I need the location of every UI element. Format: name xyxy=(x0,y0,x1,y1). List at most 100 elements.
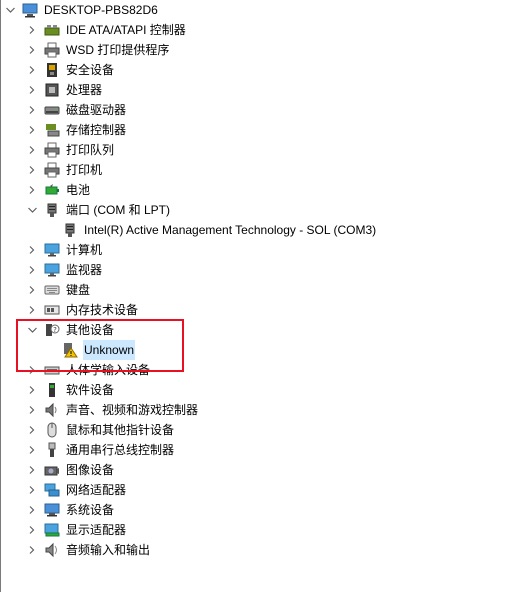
tree-item-label: Intel(R) Active Management Technology - … xyxy=(84,223,377,237)
tree-item-label: 内存技术设备 xyxy=(66,303,139,317)
audio-io-icon xyxy=(44,542,60,558)
tree-device-item[interactable]: Unknown xyxy=(62,340,136,360)
port-icon xyxy=(62,222,78,238)
tree-item-label: 电池 xyxy=(66,183,91,197)
chevron-right-icon[interactable] xyxy=(26,40,38,60)
tree-category-item[interactable]: 图像设备 xyxy=(26,460,115,480)
chevron-right-icon[interactable] xyxy=(26,280,38,300)
security-device-icon xyxy=(44,62,60,78)
tree-category-item[interactable]: 打印机 xyxy=(26,160,103,180)
printer-icon xyxy=(44,42,60,58)
tree-item-label: 打印队列 xyxy=(66,143,115,157)
computer-icon xyxy=(22,2,38,18)
tree-category-item[interactable]: 计算机 xyxy=(26,240,103,260)
software-device-icon xyxy=(44,382,60,398)
tree-root-item[interactable]: DESKTOP-PBS82D6 xyxy=(4,0,159,20)
chevron-right-icon[interactable] xyxy=(26,440,38,460)
tree-category-item[interactable]: 音频输入和输出 xyxy=(26,540,151,560)
tree-category-item[interactable]: 软件设备 xyxy=(26,380,115,400)
tree-item-label: 网络适配器 xyxy=(66,483,127,497)
tree-item-label: 声音、视频和游戏控制器 xyxy=(66,403,199,417)
tree-category-item[interactable]: 存储控制器 xyxy=(26,120,127,140)
chevron-right-icon[interactable] xyxy=(26,140,38,160)
tree-item-label: 音频输入和输出 xyxy=(66,543,151,557)
tree-category-item[interactable]: IDE ATA/ATAPI 控制器 xyxy=(26,20,187,40)
usb-icon xyxy=(44,442,60,458)
tree-category-item[interactable]: 内存技术设备 xyxy=(26,300,139,320)
chevron-right-icon[interactable] xyxy=(26,520,38,540)
tree-item-label: 处理器 xyxy=(66,83,103,97)
chevron-right-icon[interactable] xyxy=(26,500,38,520)
tree-category-item[interactable]: 安全设备 xyxy=(26,60,115,80)
chevron-down-icon[interactable] xyxy=(4,0,16,20)
window-left-border xyxy=(0,0,1,592)
tree-category-item[interactable]: 磁盘驱动器 xyxy=(26,100,127,120)
tree-category-item[interactable]: 监视器 xyxy=(26,260,103,280)
hid-icon xyxy=(44,362,60,378)
tree-category-item[interactable]: 打印队列 xyxy=(26,140,115,160)
chevron-down-icon[interactable] xyxy=(26,320,38,340)
system-device-icon xyxy=(44,502,60,518)
camera-icon xyxy=(44,462,60,478)
tree-item-label: 软件设备 xyxy=(66,383,115,397)
tree-item-label: 打印机 xyxy=(66,163,103,177)
chevron-right-icon[interactable] xyxy=(26,80,38,100)
tree-category-item[interactable]: 鼠标和其他指针设备 xyxy=(26,420,175,440)
sound-icon xyxy=(44,402,60,418)
tree-category-item[interactable]: 处理器 xyxy=(26,80,103,100)
chevron-right-icon[interactable] xyxy=(26,540,38,560)
monitor-icon xyxy=(44,262,60,278)
warning-device-icon xyxy=(62,342,78,358)
chevron-right-icon[interactable] xyxy=(26,400,38,420)
chevron-right-icon[interactable] xyxy=(26,240,38,260)
chevron-right-icon[interactable] xyxy=(26,420,38,440)
chevron-right-icon[interactable] xyxy=(26,260,38,280)
chevron-right-icon[interactable] xyxy=(26,360,38,380)
tree-category-item[interactable]: 网络适配器 xyxy=(26,480,127,500)
tree-item-label: 计算机 xyxy=(66,243,103,257)
chevron-right-icon[interactable] xyxy=(26,460,38,480)
tree-item-label: 图像设备 xyxy=(66,463,115,477)
ide-controller-icon xyxy=(44,22,60,38)
tree-item-label: 存储控制器 xyxy=(66,123,127,137)
chevron-down-icon[interactable] xyxy=(26,200,38,220)
mouse-icon xyxy=(44,422,60,438)
tree-category-item[interactable]: WSD 打印提供程序 xyxy=(26,40,170,60)
chevron-right-icon[interactable] xyxy=(26,480,38,500)
tree-category-item[interactable]: 声音、视频和游戏控制器 xyxy=(26,400,199,420)
tree-item-label: 磁盘驱动器 xyxy=(66,103,127,117)
chevron-right-icon[interactable] xyxy=(26,160,38,180)
tree-category-item[interactable]: 电池 xyxy=(26,180,91,200)
chevron-right-icon[interactable] xyxy=(26,380,38,400)
chevron-right-icon[interactable] xyxy=(26,100,38,120)
keyboard-icon xyxy=(44,282,60,298)
storage-controller-icon xyxy=(44,122,60,138)
processor-icon xyxy=(44,82,60,98)
tree-device-item[interactable]: Intel(R) Active Management Technology - … xyxy=(62,220,377,240)
tree-item-label: 系统设备 xyxy=(66,503,115,517)
chevron-right-icon[interactable] xyxy=(26,120,38,140)
tree-item-label: 通用串行总线控制器 xyxy=(66,443,175,457)
tree-category-item[interactable]: 端口 (COM 和 LPT) xyxy=(26,200,171,220)
svg-text:?: ? xyxy=(53,326,57,334)
tree-category-item[interactable]: 系统设备 xyxy=(26,500,115,520)
tree-category-item[interactable]: 显示适配器 xyxy=(26,520,127,540)
tree-item-label: 监视器 xyxy=(66,263,103,277)
tree-category-item[interactable]: 人体学输入设备 xyxy=(26,360,151,380)
printer-icon xyxy=(44,142,60,158)
display-adapter-icon xyxy=(44,522,60,538)
tree-item-label: Unknown xyxy=(83,340,136,360)
tree-item-label: WSD 打印提供程序 xyxy=(66,43,170,57)
tree-category-item[interactable]: 通用串行总线控制器 xyxy=(26,440,175,460)
disk-drive-icon xyxy=(44,102,60,118)
tree-category-item[interactable]: 键盘 xyxy=(26,280,91,300)
chevron-right-icon[interactable] xyxy=(26,180,38,200)
chevron-right-icon[interactable] xyxy=(26,300,38,320)
tree-item-label: DESKTOP-PBS82D6 xyxy=(44,3,158,17)
tree-item-label: 人体学输入设备 xyxy=(66,363,151,377)
chevron-right-icon[interactable] xyxy=(26,60,38,80)
other-devices-icon: ? xyxy=(44,322,60,338)
tree-item-label: 安全设备 xyxy=(66,63,115,77)
chevron-right-icon[interactable] xyxy=(26,20,38,40)
tree-category-item[interactable]: ? 其他设备 xyxy=(26,320,115,340)
